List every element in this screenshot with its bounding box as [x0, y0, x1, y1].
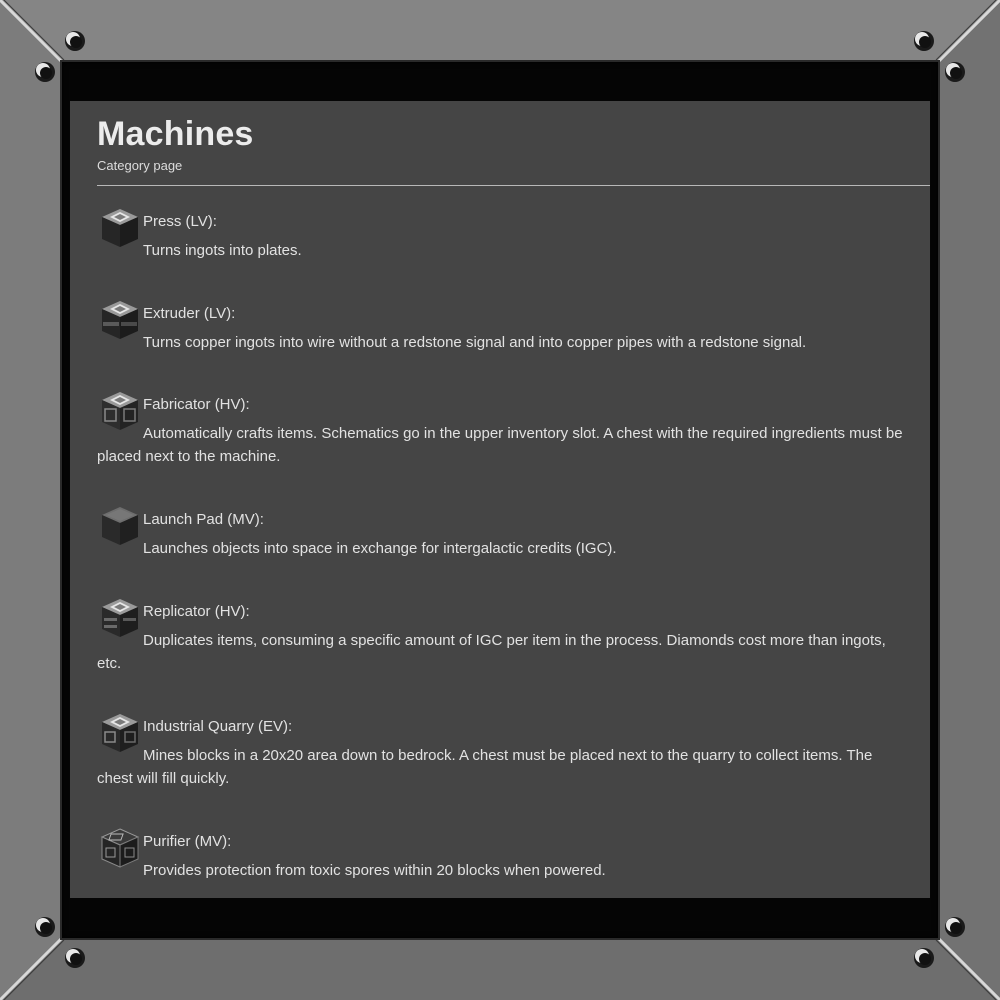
screw-icon — [35, 917, 55, 937]
screw-icon — [914, 31, 934, 51]
item-title: Purifier (MV): — [143, 833, 232, 850]
list-item-replicator: Replicator (HV): Duplicates items, consu… — [97, 596, 907, 711]
list-item-purifier: Purifier (MV): Provides protection from … — [97, 826, 907, 886]
purifier-icon — [100, 828, 140, 868]
list-item-fabricator: Fabricator (HV): Automatically crafts it… — [97, 389, 907, 504]
list-item-press: Press (LV): Turns ingots into plates. — [97, 206, 907, 298]
item-title: Fabricator (HV): — [143, 396, 250, 413]
page-title: Machines — [97, 115, 254, 153]
page-subtitle: Category page — [97, 158, 183, 173]
item-title: Extruder (LV): — [143, 305, 236, 322]
item-title: Press (LV): — [143, 213, 217, 230]
item-description: Mines blocks in a 20x20 area down to bed… — [97, 747, 873, 787]
press-icon — [102, 209, 138, 247]
industrial-quarry-icon — [102, 714, 138, 752]
divider — [97, 185, 930, 186]
screw-icon — [65, 31, 85, 51]
list-item-extruder: Extruder (LV): Turns copper ingots into … — [97, 298, 907, 389]
item-description: Duplicates items, consuming a specific a… — [97, 632, 886, 672]
screw-icon — [914, 948, 934, 968]
screw-icon — [35, 62, 55, 82]
item-description: Launches objects into space in exchange … — [143, 540, 617, 557]
extruder-icon — [102, 301, 138, 339]
item-description: Provides protection from toxic spores wi… — [143, 862, 606, 879]
item-description: Automatically crafts items. Schematics g… — [97, 425, 903, 465]
item-description: Turns copper ingots into wire without a … — [143, 334, 807, 351]
launch-pad-icon — [102, 507, 138, 545]
page-content: Machines Category page Press (LV): Turns… — [70, 101, 930, 898]
replicator-icon — [102, 599, 138, 637]
list-item-industrial-quarry: Industrial Quarry (EV): Mines blocks in … — [97, 711, 907, 826]
item-description: Turns ingots into plates. — [143, 242, 302, 259]
fabricator-icon — [102, 392, 138, 430]
screw-icon — [65, 948, 85, 968]
screw-icon — [945, 917, 965, 937]
item-title: Launch Pad (MV): — [143, 511, 264, 528]
machine-list: Press (LV): Turns ingots into plates. Ex… — [97, 206, 907, 886]
item-title: Replicator (HV): — [143, 603, 250, 620]
screw-icon — [945, 62, 965, 82]
item-title: Industrial Quarry (EV): — [143, 718, 293, 735]
list-item-launch-pad: Launch Pad (MV): Launches objects into s… — [97, 504, 907, 596]
